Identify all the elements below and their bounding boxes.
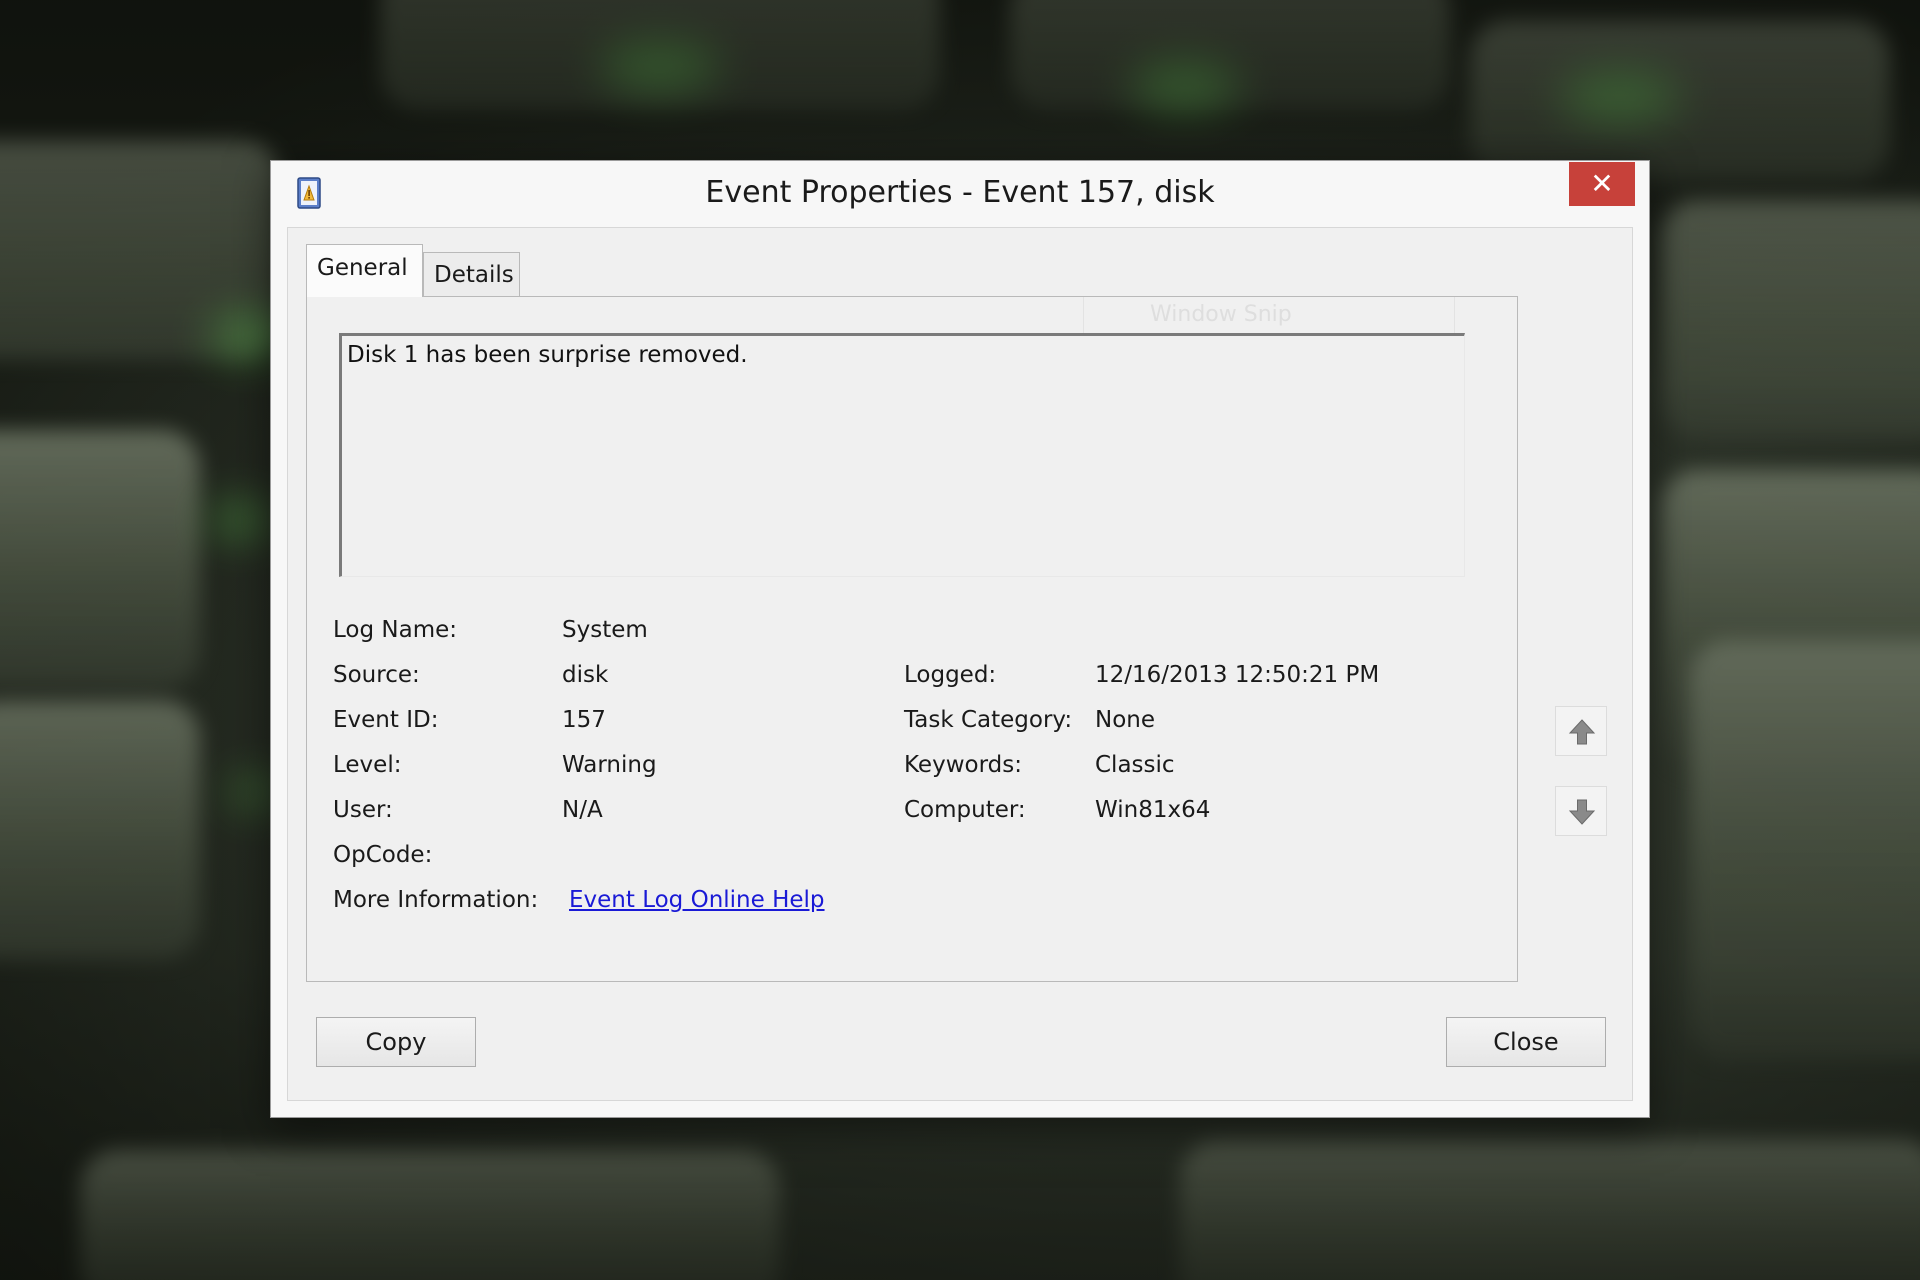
opcode-label: OpCode:	[333, 842, 433, 868]
logged-label: Logged:	[904, 662, 997, 688]
next-event-button[interactable]	[1555, 786, 1607, 836]
close-icon: ✕	[1590, 167, 1614, 200]
keywords-label: Keywords:	[904, 752, 1022, 778]
source-label: Source:	[333, 662, 420, 688]
user-value: N/A	[562, 797, 603, 823]
close-button[interactable]: Close	[1446, 1017, 1606, 1067]
arrow-down-icon	[1568, 799, 1596, 825]
task-category-label: Task Category:	[904, 707, 1073, 733]
event-id-value: 157	[562, 707, 606, 733]
level-label: Level:	[333, 752, 402, 778]
log-name-label: Log Name:	[333, 617, 457, 643]
user-label: User:	[333, 797, 393, 823]
close-window-button[interactable]: ✕	[1569, 162, 1635, 206]
source-value: disk	[562, 662, 609, 688]
tab-details[interactable]: Details	[423, 252, 520, 297]
event-id-label: Event ID:	[333, 707, 439, 733]
window-title: Event Properties - Event 157, disk	[705, 175, 1215, 210]
general-tab-panel: Window Snip Disk 1 has been surprise rem…	[306, 296, 1518, 982]
title-bar[interactable]: Event Properties - Event 157, disk ✕	[271, 161, 1649, 225]
event-properties-dialog: Event Properties - Event 157, disk ✕ Gen…	[270, 160, 1650, 1118]
dialog-client-area: General Details Window Snip Disk 1 has b…	[287, 227, 1633, 1101]
log-name-value: System	[562, 617, 648, 643]
arrow-up-icon	[1568, 719, 1596, 745]
copy-button[interactable]: Copy	[316, 1017, 476, 1067]
computer-label: Computer:	[904, 797, 1026, 823]
event-description-box[interactable]: Disk 1 has been surprise removed.	[339, 333, 1465, 577]
logged-value: 12/16/2013 12:50:21 PM	[1095, 662, 1380, 688]
more-information-label: More Information:	[333, 887, 539, 913]
computer-value: Win81x64	[1095, 797, 1211, 823]
level-value: Warning	[562, 752, 657, 778]
window-snip-overlay: Window Snip	[1083, 297, 1455, 335]
tab-general[interactable]: General	[306, 244, 423, 297]
keywords-value: Classic	[1095, 752, 1175, 778]
previous-event-button[interactable]	[1555, 706, 1607, 756]
event-log-online-help-link[interactable]: Event Log Online Help	[569, 887, 825, 913]
task-category-value: None	[1095, 707, 1156, 733]
